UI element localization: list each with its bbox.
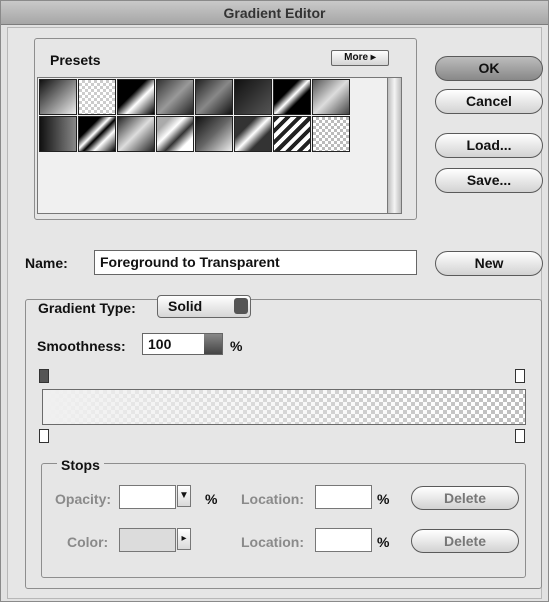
gradient-type-label: Gradient Type: [34, 300, 140, 316]
smoothness-arrow-icon[interactable] [204, 334, 222, 354]
opacity-unit: % [205, 491, 218, 507]
preset-swatch[interactable] [39, 116, 77, 152]
location-field-opacity[interactable] [315, 485, 372, 509]
gradient-editor-window: Gradient Editor Presets More ▸ OK Cancel… [0, 0, 549, 602]
color-stop-left[interactable] [39, 429, 49, 443]
delete-opacity-stop-button[interactable]: Delete [411, 486, 519, 510]
ok-button[interactable]: OK [435, 56, 543, 81]
preset-swatch[interactable] [234, 116, 272, 152]
stops-group [41, 463, 526, 578]
opacity-label: Opacity: [55, 491, 112, 507]
preset-swatch[interactable] [117, 79, 155, 115]
location-field-color[interactable] [315, 528, 372, 552]
smoothness-label: Smoothness: [37, 338, 126, 354]
opacity-stop-left[interactable] [39, 369, 49, 383]
color-label: Color: [67, 534, 109, 550]
preset-swatch[interactable] [195, 116, 233, 152]
gradient-type-select[interactable]: Solid [157, 295, 251, 318]
preset-swatch[interactable] [273, 116, 311, 152]
new-button[interactable]: New [435, 251, 543, 276]
location-label-opacity: Location: [241, 491, 304, 507]
preset-swatch[interactable] [234, 79, 272, 115]
preset-swatch[interactable] [117, 116, 155, 152]
color-stop-right[interactable] [515, 429, 525, 443]
load-button[interactable]: Load... [435, 133, 543, 158]
gradient-type-value: Solid [168, 298, 203, 314]
chevron-updown-icon [234, 298, 248, 314]
presets-legend: Presets [46, 52, 105, 68]
name-label: Name: [25, 255, 68, 271]
preset-swatch[interactable] [312, 116, 350, 152]
smoothness-field[interactable]: 100 [142, 333, 223, 355]
opacity-field[interactable] [119, 485, 176, 509]
smoothness-unit: % [230, 338, 243, 354]
preset-swatch[interactable] [39, 79, 77, 115]
window-title: Gradient Editor [1, 1, 548, 25]
preset-swatch[interactable] [312, 79, 350, 115]
color-arrow-icon[interactable]: ▸ [177, 528, 191, 550]
color-swatch-field[interactable] [119, 528, 176, 552]
save-button[interactable]: Save... [435, 168, 543, 193]
preset-swatch[interactable] [78, 79, 116, 115]
presets-scrollbar[interactable] [387, 77, 402, 214]
presets-swatch-area [37, 77, 388, 214]
preset-swatch[interactable] [78, 116, 116, 152]
location-unit-color: % [377, 534, 390, 550]
preset-swatch[interactable] [156, 79, 194, 115]
location-label-color: Location: [241, 534, 304, 550]
more-button[interactable]: More ▸ [331, 50, 389, 66]
cancel-button[interactable]: Cancel [435, 89, 543, 114]
name-field[interactable]: Foreground to Transparent [94, 250, 417, 275]
location-unit-opacity: % [377, 491, 390, 507]
delete-color-stop-button[interactable]: Delete [411, 529, 519, 553]
preset-swatch[interactable] [195, 79, 233, 115]
stops-legend: Stops [57, 457, 104, 473]
smoothness-value: 100 [148, 336, 172, 352]
opacity-stop-right[interactable] [515, 369, 525, 383]
preset-swatch[interactable] [273, 79, 311, 115]
opacity-arrow-icon[interactable]: ▼ [177, 485, 191, 507]
gradient-preview-bar[interactable] [42, 389, 526, 425]
preset-swatch[interactable] [156, 116, 194, 152]
